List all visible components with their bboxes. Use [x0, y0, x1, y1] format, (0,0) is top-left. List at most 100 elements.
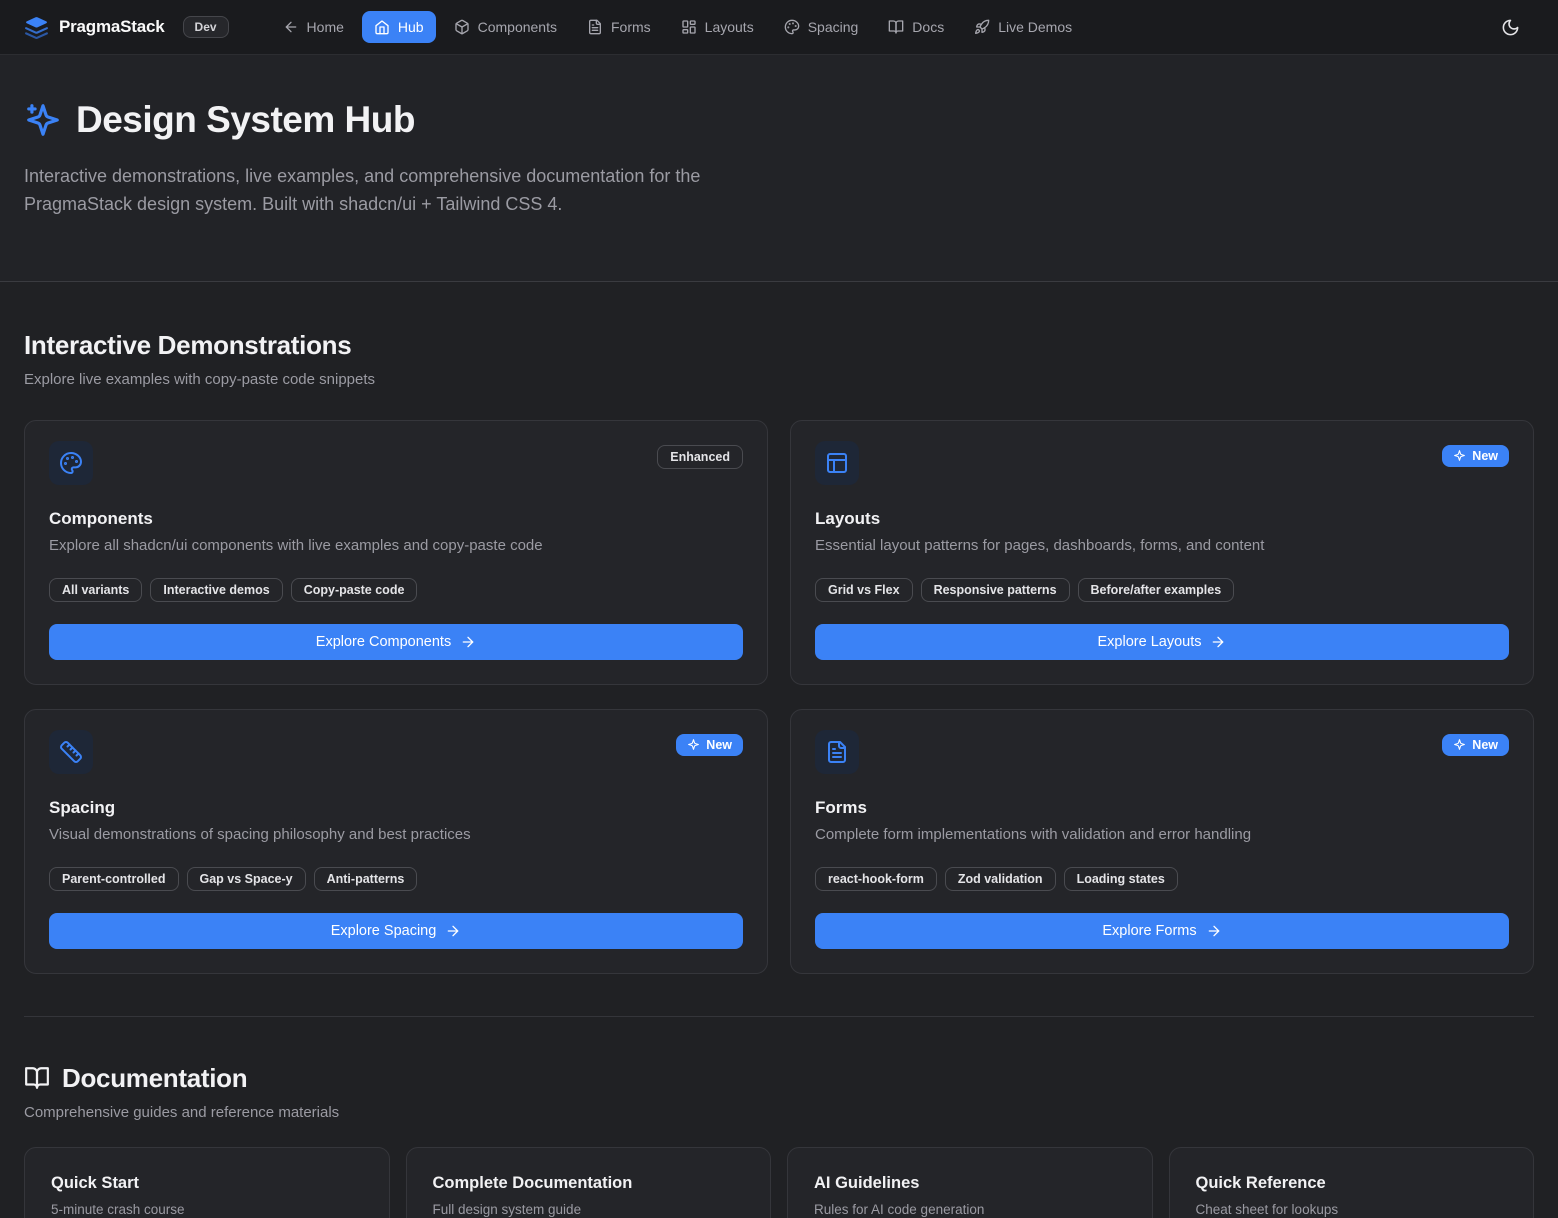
new-badge: New: [1442, 734, 1509, 756]
demo-card-components: Enhanced Components Explore all shadcn/u…: [24, 420, 768, 685]
doc-card-subtitle: Rules for AI code generation: [814, 1202, 1126, 1217]
tag: Grid vs Flex: [815, 578, 913, 602]
new-badge: New: [1442, 445, 1509, 467]
doc-card-quick-start[interactable]: Quick Start 5-minute crash course: [24, 1147, 390, 1218]
sparkles-icon: [24, 101, 62, 139]
card-title: Spacing: [49, 798, 743, 818]
doc-card-complete-documentation[interactable]: Complete Documentation Full design syste…: [406, 1147, 772, 1218]
nav-item-layouts[interactable]: Layouts: [669, 11, 766, 43]
tag: Zod validation: [945, 867, 1056, 891]
docs-section-head: Documentation Comprehensive guides and r…: [24, 1017, 1534, 1121]
nav-item-label: Layouts: [705, 19, 754, 35]
doc-card-title: Quick Reference: [1196, 1174, 1508, 1193]
sparkles-icon: [1453, 449, 1466, 462]
nav-item-label: Live Demos: [998, 19, 1072, 35]
badge-label: New: [706, 738, 732, 752]
env-badge: Dev: [183, 16, 229, 38]
arrow-right-icon: [1210, 634, 1226, 650]
arrow-right-icon: [460, 634, 476, 650]
button-label: Explore Spacing: [331, 923, 437, 939]
explore-components-button[interactable]: Explore Components: [49, 624, 743, 660]
tag-row: react-hook-form Zod validation Loading s…: [815, 867, 1509, 891]
tag: Copy-paste code: [291, 578, 418, 602]
file-text-icon: [815, 730, 859, 774]
button-label: Explore Forms: [1102, 923, 1196, 939]
nav-item-label: Forms: [611, 19, 651, 35]
tag: Before/after examples: [1078, 578, 1235, 602]
card-description: Visual demonstrations of spacing philoso…: [49, 826, 743, 843]
sparkles-icon: [1453, 738, 1466, 751]
doc-card-ai-guidelines[interactable]: AI Guidelines Rules for AI code generati…: [787, 1147, 1153, 1218]
status-badge: Enhanced: [657, 445, 743, 469]
card-title: Forms: [815, 798, 1509, 818]
doc-card-grid: Quick Start 5-minute crash course Comple…: [24, 1147, 1534, 1218]
tag-row: All variants Interactive demos Copy-past…: [49, 578, 743, 602]
palette-icon: [49, 441, 93, 485]
rocket-icon: [974, 19, 990, 35]
tag: Loading states: [1064, 867, 1178, 891]
button-label: Explore Components: [316, 634, 451, 650]
nav-item-forms[interactable]: Forms: [575, 11, 663, 43]
demo-card-forms: New Forms Complete form implementations …: [790, 709, 1534, 974]
hero-section: Design System Hub Interactive demonstrat…: [0, 55, 1558, 282]
card-description: Essential layout patterns for pages, das…: [815, 537, 1509, 554]
nav-item-docs[interactable]: Docs: [876, 11, 956, 43]
card-description: Complete form implementations with valid…: [815, 826, 1509, 843]
explore-forms-button[interactable]: Explore Forms: [815, 913, 1509, 949]
tag: react-hook-form: [815, 867, 937, 891]
box-icon: [454, 19, 470, 35]
nav-item-components[interactable]: Components: [442, 11, 569, 43]
sparkles-icon: [687, 738, 700, 751]
layers-icon: [24, 15, 49, 40]
tag: All variants: [49, 578, 142, 602]
card-title: Components: [49, 509, 743, 529]
theme-toggle-button[interactable]: [1493, 10, 1528, 45]
main-nav: Home Hub Components Forms Layouts: [271, 11, 1085, 43]
nav-item-spacing[interactable]: Spacing: [772, 11, 871, 43]
explore-layouts-button[interactable]: Explore Layouts: [815, 624, 1509, 660]
demos-section-subtitle: Explore live examples with copy-paste co…: [24, 371, 1534, 388]
palette-icon: [784, 19, 800, 35]
docs-section-title-text: Documentation: [62, 1063, 247, 1094]
nav-item-live-demos[interactable]: Live Demos: [962, 11, 1084, 43]
tag: Responsive patterns: [921, 578, 1070, 602]
doc-card-subtitle: Full design system guide: [433, 1202, 745, 1217]
arrow-right-icon: [445, 923, 461, 939]
demo-card-spacing: New Spacing Visual demonstrations of spa…: [24, 709, 768, 974]
arrow-right-icon: [1206, 923, 1222, 939]
doc-card-quick-reference[interactable]: Quick Reference Cheat sheet for lookups: [1169, 1147, 1535, 1218]
brand-group: PragmaStack Dev: [24, 15, 229, 40]
nav-item-label: Spacing: [808, 19, 859, 35]
arrow-left-icon: [283, 19, 299, 35]
demos-section-title: Interactive Demonstrations: [24, 330, 1534, 361]
card-title: Layouts: [815, 509, 1509, 529]
tag: Parent-controlled: [49, 867, 179, 891]
panels-top-left-icon: [815, 441, 859, 485]
nav-item-home[interactable]: Home: [271, 11, 356, 43]
button-label: Explore Layouts: [1098, 634, 1202, 650]
explore-spacing-button[interactable]: Explore Spacing: [49, 913, 743, 949]
brand-name[interactable]: PragmaStack: [59, 17, 165, 37]
tag-row: Grid vs Flex Responsive patterns Before/…: [815, 578, 1509, 602]
doc-card-title: AI Guidelines: [814, 1174, 1126, 1193]
navbar-actions: [1493, 10, 1528, 45]
layout-dashboard-icon: [681, 19, 697, 35]
page-description: Interactive demonstrations, live example…: [24, 163, 764, 219]
demo-card-layouts: New Layouts Essential layout patterns fo…: [790, 420, 1534, 685]
nav-item-hub[interactable]: Hub: [362, 11, 436, 43]
nav-item-label: Hub: [398, 19, 424, 35]
tag: Gap vs Space-y: [187, 867, 306, 891]
doc-card-subtitle: 5-minute crash course: [51, 1202, 363, 1217]
new-badge: New: [676, 734, 743, 756]
docs-section-subtitle: Comprehensive guides and reference mater…: [24, 1104, 1534, 1121]
top-navbar: PragmaStack Dev Home Hub Components Fo: [0, 0, 1558, 55]
file-text-icon: [587, 19, 603, 35]
doc-card-title: Complete Documentation: [433, 1174, 745, 1193]
demos-section-head: Interactive Demonstrations Explore live …: [24, 282, 1534, 388]
nav-item-label: Components: [478, 19, 557, 35]
main-content: Interactive Demonstrations Explore live …: [0, 282, 1558, 1218]
card-description: Explore all shadcn/ui components with li…: [49, 537, 743, 554]
demo-card-grid: Enhanced Components Explore all shadcn/u…: [24, 420, 1534, 974]
page-title: Design System Hub: [76, 99, 415, 141]
badge-label: New: [1472, 449, 1498, 463]
